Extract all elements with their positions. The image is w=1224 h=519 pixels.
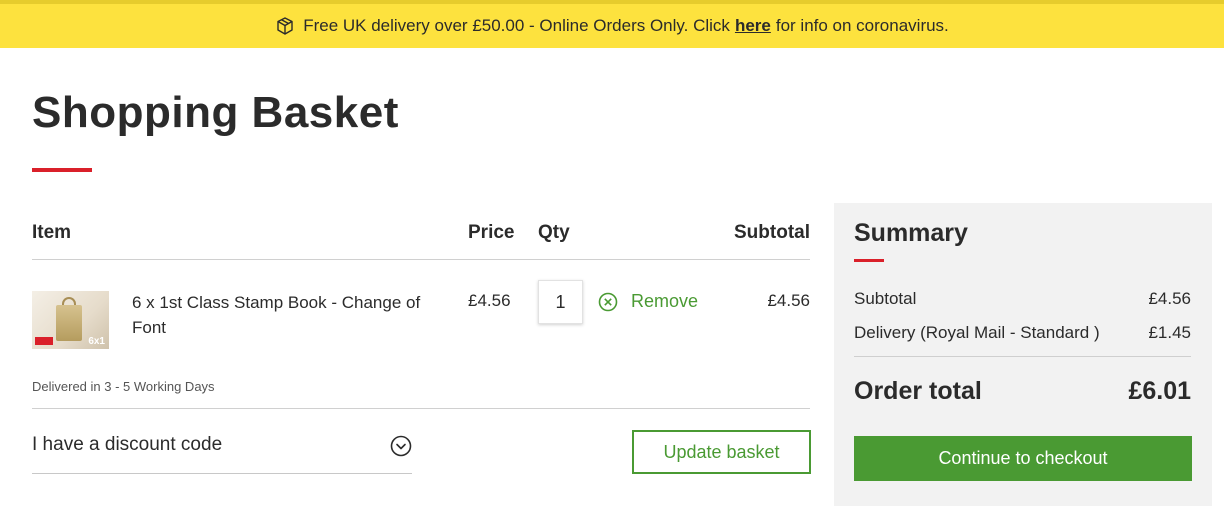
product-thumbnail[interactable]: 6x1: [32, 291, 109, 349]
summary-title: Summary: [854, 219, 968, 247]
summary-delivery-row: Delivery (Royal Mail - Standard ) £1.45: [854, 323, 1191, 343]
summary-delivery-label: Delivery (Royal Mail - Standard ): [854, 323, 1100, 342]
thumb-badge: 6x1: [88, 336, 105, 347]
banner-text-after: for info on coronavirus.: [775, 16, 949, 35]
update-basket-button[interactable]: Update basket: [632, 430, 811, 474]
discount-label: I have a discount code: [32, 434, 223, 455]
remove-item-button[interactable]: Remove: [598, 291, 698, 312]
discount-divider: [32, 473, 412, 474]
summary-accent-bar: [854, 259, 884, 262]
banner-text: Free UK delivery over £50.00 - Online Or…: [303, 16, 730, 35]
product-price: £4.56: [468, 291, 511, 310]
column-header-item: Item: [32, 222, 72, 243]
summary-divider: [854, 356, 1191, 357]
summary-subtotal-value: £4.56: [1148, 289, 1191, 308]
column-header-price: Price: [468, 222, 515, 243]
promo-banner: Free UK delivery over £50.00 - Online Or…: [0, 0, 1224, 48]
order-total-label: Order total: [854, 377, 982, 405]
chevron-down-icon: [390, 435, 412, 457]
royal-mail-logo: [35, 337, 53, 345]
remove-circle-icon: [598, 292, 618, 312]
continue-to-checkout-button[interactable]: Continue to checkout: [854, 436, 1192, 481]
summary-subtotal-label: Subtotal: [854, 289, 917, 308]
row-divider: [32, 408, 810, 409]
header-divider: [32, 259, 810, 260]
page-title: Shopping Basket: [32, 88, 399, 137]
column-header-qty: Qty: [538, 222, 570, 243]
coronavirus-info-link[interactable]: here: [735, 16, 771, 36]
summary-subtotal-row: Subtotal £4.56: [854, 289, 1191, 309]
discount-code-toggle[interactable]: I have a discount code: [32, 434, 412, 474]
order-summary-panel: Summary Subtotal £4.56 Delivery (Royal M…: [834, 203, 1212, 506]
remove-label: Remove: [631, 291, 699, 311]
title-accent-bar: [32, 168, 92, 172]
package-box-icon: [275, 16, 295, 36]
column-header-subtotal: Subtotal: [734, 222, 810, 243]
summary-delivery-value: £1.45: [1148, 323, 1191, 342]
order-total-value: £6.01: [1128, 377, 1191, 405]
product-name[interactable]: 6 x 1st Class Stamp Book - Change of Fon…: [132, 290, 432, 340]
product-subtotal: £4.56: [767, 291, 810, 310]
order-total-row: Order total £6.01: [854, 377, 1191, 406]
delivery-note: Delivered in 3 - 5 Working Days: [32, 379, 215, 394]
quantity-input[interactable]: 1: [538, 280, 583, 324]
